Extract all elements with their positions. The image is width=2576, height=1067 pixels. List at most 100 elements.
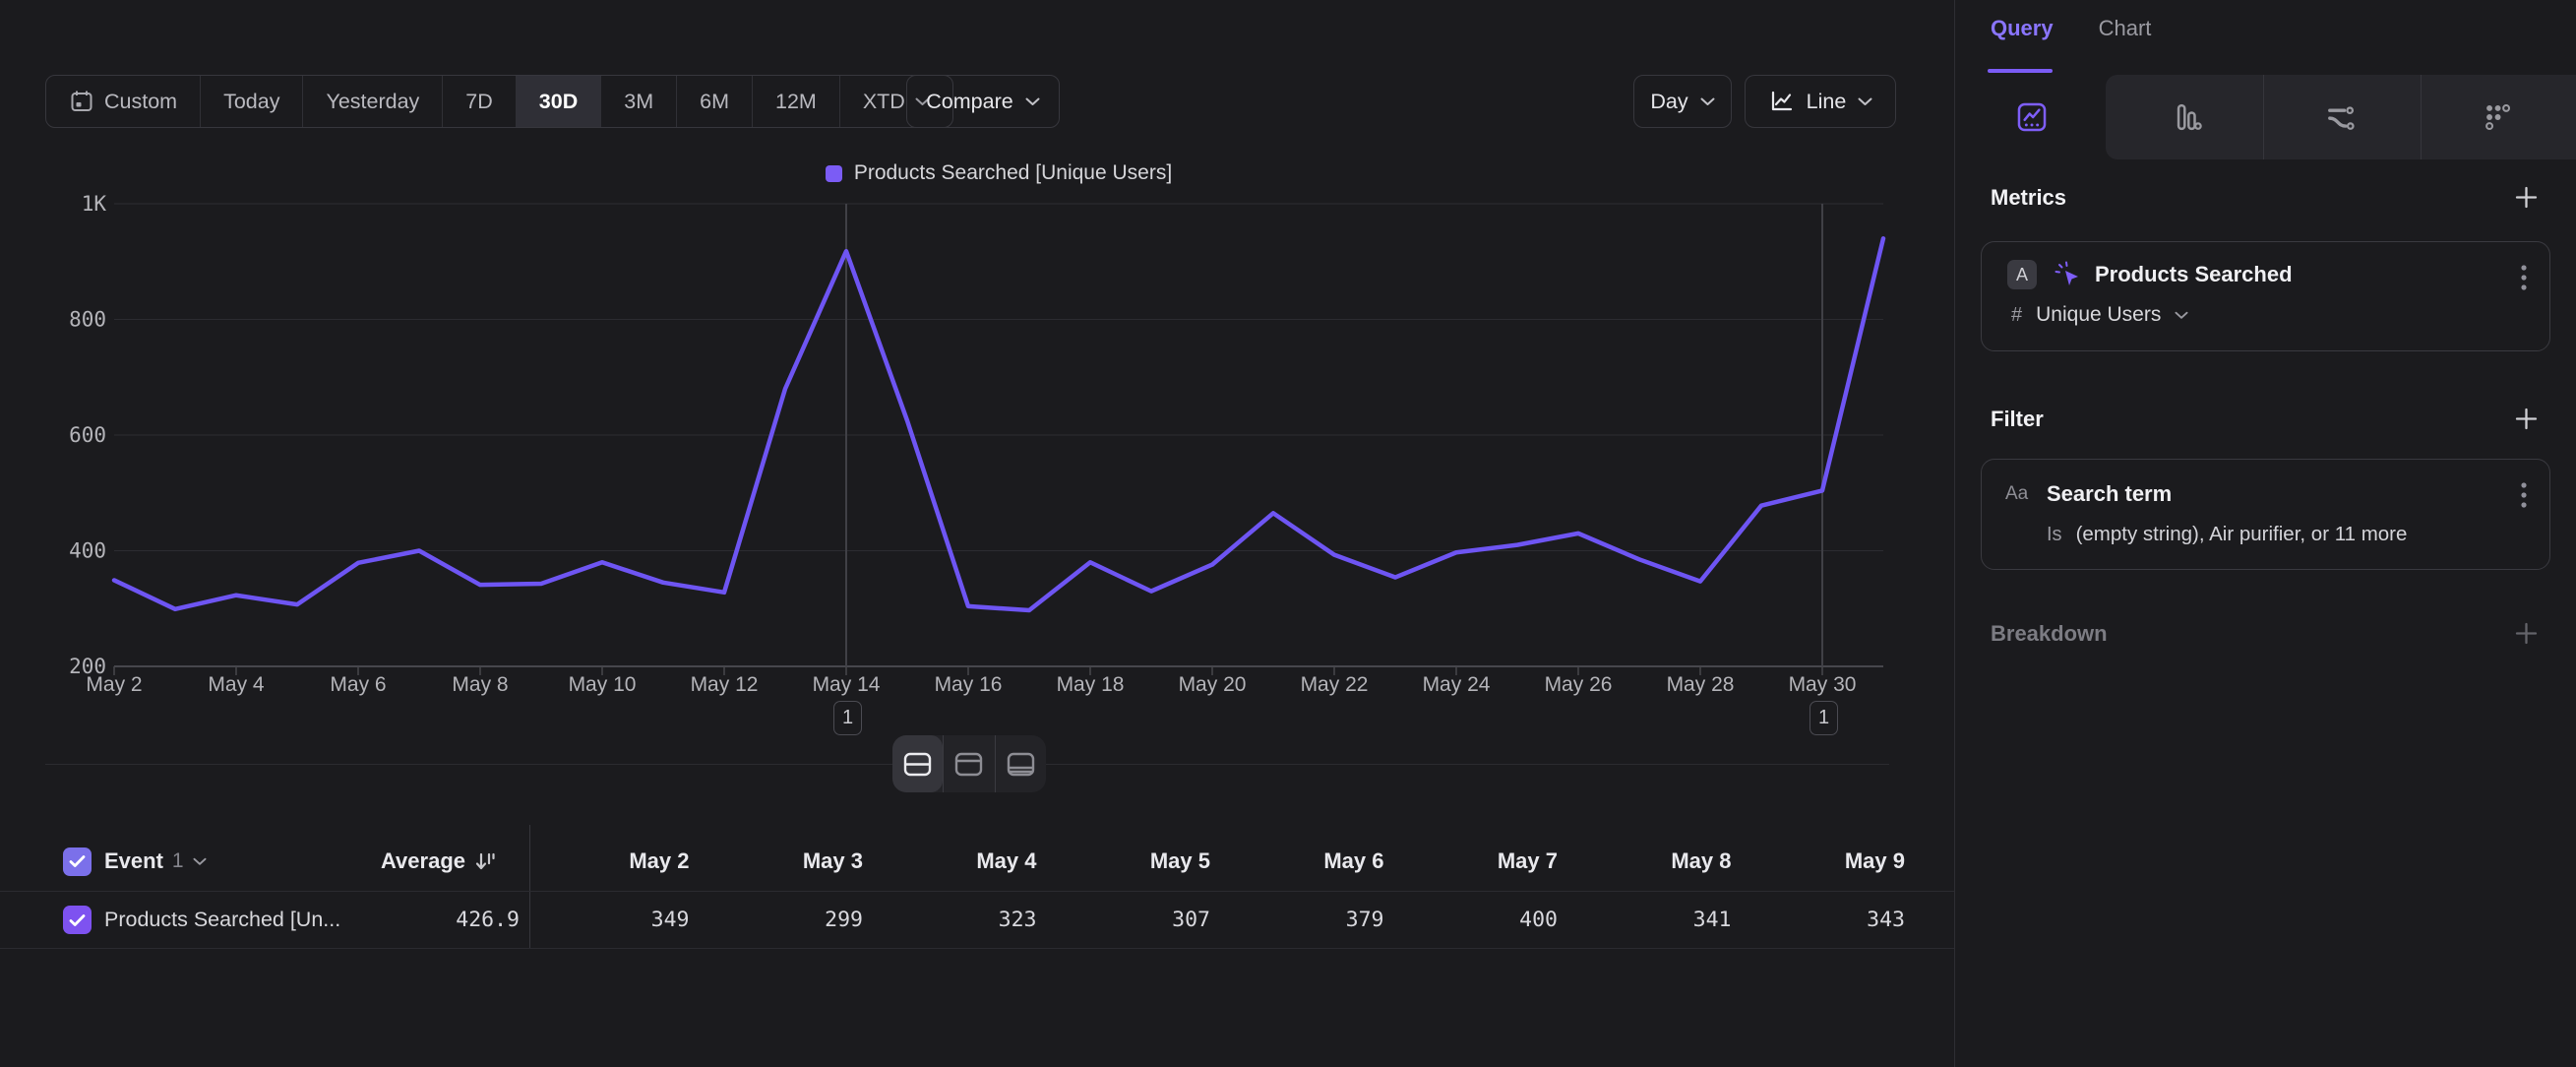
value-cell: 400 — [1384, 908, 1559, 932]
breakdown-section-title: Breakdown — [1991, 621, 2108, 647]
range-6m[interactable]: 6M — [676, 76, 752, 127]
filter-value: (empty string), Air purifier, or 11 more — [2076, 523, 2408, 546]
chart-view-button[interactable] — [943, 735, 994, 792]
average-sort-header[interactable]: Average — [276, 848, 497, 874]
funnels-tab[interactable] — [2110, 75, 2263, 159]
filter-section-title: Filter — [1991, 407, 2044, 432]
metric-options-kebab-icon[interactable] — [2520, 264, 2528, 291]
event-selector[interactable]: Event 1 — [104, 848, 207, 874]
chart-plot-area[interactable]: 2004006008001KMay 2May 4May 6May 8May 10… — [0, 148, 1954, 738]
add-filter-button[interactable] — [2514, 407, 2539, 431]
chevron-down-icon — [2175, 311, 2188, 320]
value-cell: 323 — [863, 908, 1037, 932]
metric-aggregation[interactable]: # Unique Users — [2011, 303, 2188, 327]
split-view-button[interactable] — [892, 735, 943, 792]
range-label: Custom — [104, 90, 177, 114]
svg-text:May 14: May 14 — [813, 673, 881, 696]
column-header[interactable]: May 9 — [1732, 848, 1906, 874]
svg-text:May 18: May 18 — [1057, 673, 1125, 696]
aggregation-prefix: # — [2011, 304, 2022, 327]
date-value-cells: 349299323307379400341343 — [516, 908, 1905, 932]
range-custom[interactable]: Custom — [46, 76, 200, 127]
flows-icon — [2323, 100, 2357, 134]
annotation-badge[interactable]: 1 — [1809, 701, 1838, 735]
svg-text:1K: 1K — [82, 192, 107, 216]
add-metric-button[interactable] — [2514, 185, 2539, 210]
svg-text:May 6: May 6 — [330, 673, 386, 696]
chevron-down-icon — [1700, 97, 1715, 106]
flows-tab[interactable] — [2263, 75, 2417, 159]
event-count: 1 — [172, 849, 184, 873]
table-view-button[interactable] — [995, 735, 1046, 792]
metrics-section-title: Metrics — [1991, 185, 2066, 211]
average-value: 426.9 — [276, 908, 520, 932]
column-header[interactable]: May 3 — [690, 848, 864, 874]
chevron-down-icon — [1858, 97, 1872, 106]
range-today[interactable]: Today — [200, 76, 302, 127]
plus-icon — [2514, 185, 2539, 210]
filter-condition[interactable]: Is (empty string), Air purifier, or 11 m… — [2047, 523, 2407, 546]
table-view-icon — [1007, 752, 1035, 777]
filter-options-kebab-icon[interactable] — [2520, 481, 2528, 509]
svg-text:600: 600 — [69, 423, 106, 447]
event-label: Event — [104, 848, 163, 874]
filter-property-name[interactable]: Search term — [2047, 481, 2172, 507]
date-column-headers: May 2May 3May 4May 5May 6May 7May 8May 9 — [516, 848, 1905, 874]
tab-chart[interactable]: Chart — [2099, 16, 2152, 41]
svg-text:May 2: May 2 — [86, 673, 142, 696]
range-yesterday[interactable]: Yesterday — [302, 76, 442, 127]
chart-type-button[interactable]: Line — [1745, 75, 1896, 128]
column-header[interactable]: May 5 — [1037, 848, 1211, 874]
granularity-button[interactable]: Day — [1633, 75, 1732, 128]
chart-view-icon — [954, 752, 983, 777]
svg-text:May 4: May 4 — [208, 673, 265, 696]
svg-text:800: 800 — [69, 308, 106, 332]
view-toggle-group — [892, 735, 1046, 792]
active-tab-underline — [1988, 69, 2053, 73]
filter-type-badge: Aa — [2005, 483, 2028, 505]
range-3m[interactable]: 3M — [600, 76, 676, 127]
chevron-down-icon — [1025, 97, 1040, 106]
chevron-down-icon — [193, 857, 207, 866]
plus-icon — [2514, 621, 2539, 646]
range-7d[interactable]: 7D — [442, 76, 515, 127]
split-view-icon — [903, 752, 932, 777]
column-header[interactable]: May 8 — [1558, 848, 1732, 874]
svg-text:May 28: May 28 — [1667, 673, 1735, 696]
filter-operator: Is — [2047, 524, 2062, 546]
retention-icon — [2481, 100, 2514, 134]
value-cell: 299 — [690, 908, 864, 932]
column-header[interactable]: May 6 — [1210, 848, 1384, 874]
filter-card[interactable]: Aa Search term Is (empty string), Air pu… — [1981, 459, 2550, 570]
calendar-icon — [69, 89, 94, 114]
annotation-badge[interactable]: 1 — [833, 701, 862, 735]
svg-text:May 16: May 16 — [935, 673, 1003, 696]
line-chart-icon — [1768, 89, 1795, 114]
column-header[interactable]: May 4 — [863, 848, 1037, 874]
table-data-row: Products Searched [Un... 426.9 349299323… — [0, 892, 1954, 949]
value-cell: 343 — [1732, 908, 1906, 932]
series-checkbox[interactable] — [63, 906, 92, 934]
sidebar-tabs: Query Chart — [1991, 16, 2151, 41]
insights-report-page: Custom Today Yesterday 7D 30D 3M 6M 12M … — [0, 0, 2576, 1067]
select-all-checkbox[interactable] — [63, 847, 92, 876]
metric-card[interactable]: A Products Searched # Unique Users — [1981, 241, 2550, 351]
add-breakdown-button[interactable] — [2514, 621, 2539, 646]
value-cell: 379 — [1210, 908, 1384, 932]
range-12m[interactable]: 12M — [752, 76, 839, 127]
range-30d[interactable]: 30D — [516, 76, 600, 127]
svg-text:May 24: May 24 — [1423, 673, 1491, 696]
checkmark-icon — [69, 913, 86, 927]
svg-text:May 10: May 10 — [569, 673, 637, 696]
aggregation-label: Unique Users — [2036, 303, 2161, 327]
tab-query[interactable]: Query — [1991, 16, 2054, 41]
table-header-row: Event 1 Average May 2May 3May 4May 5May … — [0, 832, 1954, 892]
insights-tab[interactable] — [1955, 75, 2109, 159]
column-header[interactable]: May 2 — [516, 848, 690, 874]
column-header[interactable]: May 7 — [1384, 848, 1559, 874]
compare-button[interactable]: Compare — [906, 75, 1060, 128]
funnels-icon — [2170, 100, 2203, 134]
metric-name[interactable]: Products Searched — [2095, 262, 2293, 287]
retention-tab[interactable] — [2421, 75, 2574, 159]
plus-icon — [2514, 407, 2539, 431]
